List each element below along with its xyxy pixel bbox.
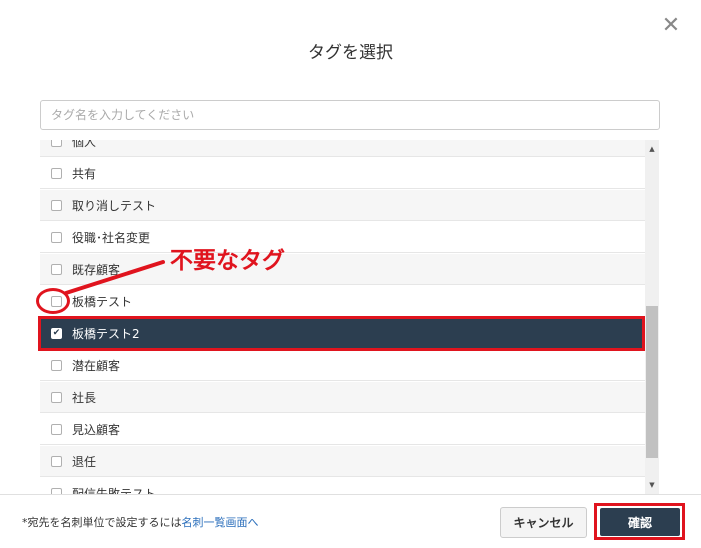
tag-label: 板橋テスト2 bbox=[72, 326, 140, 341]
tag-row[interactable]: 退任 bbox=[40, 446, 645, 477]
dialog-footer: *宛先を名刺単位で設定するには名刺一覧画面へ キャンセル 確認 bbox=[0, 494, 701, 548]
tag-checkbox[interactable] bbox=[51, 140, 62, 147]
tag-label: 見込顧客 bbox=[72, 422, 121, 437]
tag-row[interactable]: 共有 bbox=[40, 158, 645, 189]
tag-checkbox[interactable] bbox=[51, 359, 62, 371]
tag-label: 役職･社名変更 bbox=[72, 230, 151, 245]
tag-row[interactable]: 役職･社名変更 bbox=[40, 222, 645, 253]
tag-checkbox[interactable] bbox=[51, 455, 62, 467]
tag-label: 社長 bbox=[72, 390, 97, 405]
tag-row[interactable]: 潜在顧客 bbox=[40, 350, 645, 381]
tag-label: 配信失敗テスト bbox=[72, 486, 157, 495]
annotation-label: 不要なタグ bbox=[170, 248, 285, 274]
tag-row[interactable]: 見込顧客 bbox=[40, 414, 645, 445]
tag-label: 個人 bbox=[72, 140, 97, 149]
check-icon: ✔ bbox=[52, 327, 61, 338]
footer-note-text: *宛先を名刺単位で設定するには bbox=[22, 516, 182, 529]
tag-list: 個人共有取り消しテスト 役職･社名変更 既存顧客板橋テスト ✔ 板橋テスト2 潜在顧客社長… bbox=[40, 140, 645, 494]
tag-checkbox[interactable] bbox=[51, 295, 62, 307]
tag-label: 板橋テスト bbox=[72, 294, 133, 309]
tag-checkbox[interactable] bbox=[51, 231, 62, 243]
tag-label: 潜在顧客 bbox=[72, 358, 121, 373]
close-icon[interactable]: ✕ bbox=[659, 14, 683, 38]
tag-row[interactable]: 個人 bbox=[40, 140, 645, 157]
cancel-button[interactable]: キャンセル bbox=[500, 507, 587, 538]
triangle-up-icon[interactable]: ▲ bbox=[645, 142, 659, 156]
tag-search-input[interactable] bbox=[40, 100, 660, 130]
tag-label: 退任 bbox=[72, 454, 97, 469]
tag-row[interactable]: ✔ 板橋テスト2 bbox=[40, 318, 645, 349]
tag-label: 共有 bbox=[72, 166, 97, 181]
tag-select-dialog: ✕ タグを選択 個人共有取り消しテスト役職･社名変更既存顧客板橋テスト ✔ 板橋テス… bbox=[0, 0, 701, 548]
tag-label: 既存顧客 bbox=[72, 262, 121, 277]
card-list-link[interactable]: 名刺一覧画面へ bbox=[182, 516, 259, 529]
tag-checkbox[interactable] bbox=[51, 199, 62, 211]
tag-row[interactable]: 社長 bbox=[40, 382, 645, 413]
tag-checkbox[interactable] bbox=[51, 391, 62, 403]
tag-checkbox[interactable] bbox=[51, 423, 62, 435]
tag-row[interactable]: 板橋テスト bbox=[40, 286, 645, 317]
tag-checkbox[interactable] bbox=[51, 263, 62, 275]
footer-note: *宛先を名刺単位で設定するには名刺一覧画面へ bbox=[22, 514, 259, 530]
tag-checkbox[interactable]: ✔ bbox=[51, 327, 62, 339]
tag-checkbox[interactable] bbox=[51, 167, 62, 179]
dialog-title: タグを選択 bbox=[308, 43, 393, 63]
scrollbar-thumb[interactable] bbox=[646, 306, 658, 458]
tag-row[interactable]: 取り消しテスト bbox=[40, 190, 645, 221]
tag-label: 取り消しテスト bbox=[72, 198, 157, 213]
tag-row[interactable]: 既存顧客 bbox=[40, 254, 645, 285]
tag-row[interactable]: 配信失敗テスト bbox=[40, 478, 645, 494]
triangle-down-icon[interactable]: ▼ bbox=[645, 478, 659, 492]
confirm-button[interactable]: 確認 bbox=[600, 508, 680, 536]
list-scrollbar[interactable]: ▲ ▼ bbox=[645, 140, 659, 494]
